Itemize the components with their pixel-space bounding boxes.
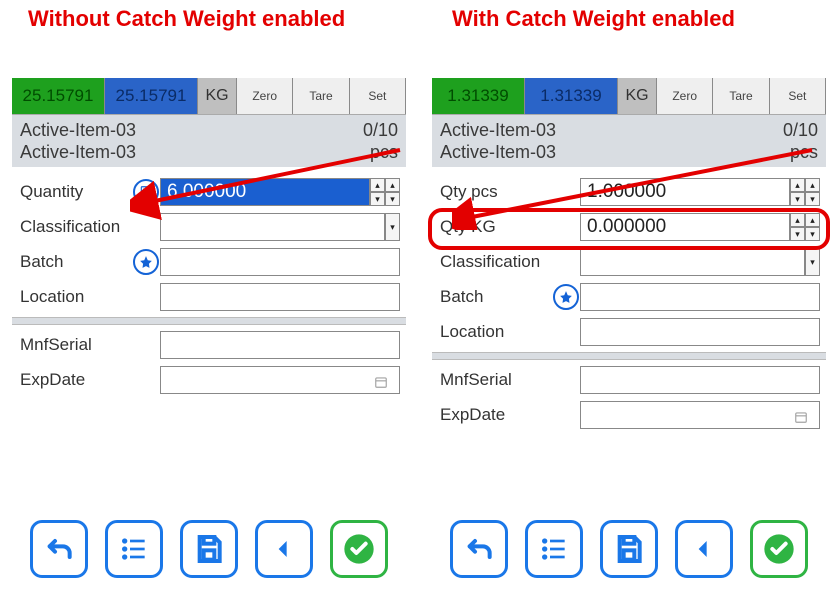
classification-input[interactable] bbox=[580, 248, 805, 276]
qty-pcs-stepper-2[interactable]: ▴▾ bbox=[805, 178, 820, 206]
expdate-input[interactable] bbox=[160, 366, 400, 394]
weight-unit: KG bbox=[198, 78, 237, 114]
calendar-icon[interactable] bbox=[373, 373, 389, 387]
qty-kg-input[interactable]: 0.000000 bbox=[580, 213, 790, 241]
weight-gross: 25.15791 bbox=[12, 78, 105, 114]
step-down-icon[interactable]: ▾ bbox=[371, 192, 385, 206]
calculator-icon[interactable] bbox=[133, 179, 159, 205]
item-header: Active-Item-03 0/10 Active-Item-03 pcs bbox=[12, 115, 406, 167]
batch-input[interactable] bbox=[160, 248, 400, 276]
step-up-icon[interactable]: ▴ bbox=[386, 178, 400, 192]
caption-left: Without Catch Weight enabled bbox=[28, 6, 345, 32]
qty-pcs-input[interactable]: 1.000000 bbox=[580, 178, 790, 206]
set-button[interactable]: Set bbox=[350, 78, 406, 114]
zero-button[interactable]: Zero bbox=[237, 78, 293, 114]
weight-net: 1.31339 bbox=[525, 78, 618, 114]
label-mnfserial: MnfSerial bbox=[18, 335, 160, 355]
quantity-input[interactable]: 6.000000 bbox=[160, 178, 370, 206]
back-button[interactable] bbox=[450, 520, 508, 578]
set-button[interactable]: Set bbox=[770, 78, 826, 114]
label-expdate: ExpDate bbox=[18, 370, 160, 390]
zero-button[interactable]: Zero bbox=[657, 78, 713, 114]
weight-gross: 1.31339 bbox=[432, 78, 525, 114]
weight-unit: KG bbox=[618, 78, 657, 114]
label-location: Location bbox=[438, 322, 580, 342]
classification-input[interactable] bbox=[160, 213, 385, 241]
label-quantity: Quantity bbox=[18, 182, 132, 202]
auto-icon[interactable] bbox=[553, 284, 579, 310]
save-button[interactable] bbox=[180, 520, 238, 578]
list-button[interactable] bbox=[105, 520, 163, 578]
step-down-icon[interactable]: ▾ bbox=[386, 192, 400, 206]
step-down-icon[interactable]: ▾ bbox=[791, 192, 805, 206]
label-expdate: ExpDate bbox=[438, 405, 580, 425]
label-location: Location bbox=[18, 287, 132, 307]
panel-without-catchweight: 25.15791 25.15791 KG Zero Tare Set Activ… bbox=[12, 78, 406, 584]
step-down-icon[interactable]: ▾ bbox=[386, 213, 400, 241]
step-up-icon[interactable]: ▴ bbox=[371, 178, 385, 192]
weight-bar: 1.31339 1.31339 KG Zero Tare Set bbox=[432, 78, 826, 115]
location-input[interactable] bbox=[580, 318, 820, 346]
step-down-icon[interactable]: ▾ bbox=[806, 248, 820, 276]
section-divider bbox=[432, 352, 826, 360]
panel-with-catchweight: 1.31339 1.31339 KG Zero Tare Set Active-… bbox=[432, 78, 826, 584]
item-count: 0/10 bbox=[783, 119, 818, 141]
calendar-icon[interactable] bbox=[793, 408, 809, 422]
step-up-icon[interactable]: ▴ bbox=[791, 213, 805, 227]
prev-button[interactable] bbox=[675, 520, 733, 578]
step-down-icon[interactable]: ▾ bbox=[806, 227, 820, 241]
item-code: Active-Item-03 bbox=[20, 119, 136, 141]
label-qty-kg: Qty KG bbox=[438, 217, 580, 237]
item-uom: pcs bbox=[790, 141, 818, 163]
weight-bar: 25.15791 25.15791 KG Zero Tare Set bbox=[12, 78, 406, 115]
step-up-icon[interactable]: ▴ bbox=[806, 178, 820, 192]
bottom-toolbar bbox=[432, 520, 826, 578]
tare-button[interactable]: Tare bbox=[293, 78, 349, 114]
tare-button[interactable]: Tare bbox=[713, 78, 769, 114]
mnfserial-input[interactable] bbox=[160, 331, 400, 359]
item-count: 0/10 bbox=[363, 119, 398, 141]
item-desc: Active-Item-03 bbox=[440, 141, 556, 163]
section-divider bbox=[12, 317, 406, 325]
step-up-icon[interactable]: ▴ bbox=[791, 178, 805, 192]
classification-dropdown[interactable]: ▾ bbox=[805, 248, 820, 276]
label-classification: Classification bbox=[438, 252, 580, 272]
label-classification: Classification bbox=[18, 217, 132, 237]
label-batch: Batch bbox=[438, 287, 552, 307]
qty-kg-stepper[interactable]: ▴▾ bbox=[790, 213, 805, 241]
item-code: Active-Item-03 bbox=[440, 119, 556, 141]
quantity-stepper-2[interactable]: ▴▾ bbox=[385, 178, 400, 206]
label-mnfserial: MnfSerial bbox=[438, 370, 580, 390]
quantity-stepper[interactable]: ▴▾ bbox=[370, 178, 385, 206]
mnfserial-input[interactable] bbox=[580, 366, 820, 394]
confirm-button[interactable] bbox=[330, 520, 388, 578]
item-desc: Active-Item-03 bbox=[20, 141, 136, 163]
batch-input[interactable] bbox=[580, 283, 820, 311]
expdate-input[interactable] bbox=[580, 401, 820, 429]
location-input[interactable] bbox=[160, 283, 400, 311]
caption-right: With Catch Weight enabled bbox=[452, 6, 735, 32]
list-button[interactable] bbox=[525, 520, 583, 578]
classification-dropdown[interactable]: ▾ bbox=[385, 213, 400, 241]
item-header: Active-Item-03 0/10 Active-Item-03 pcs bbox=[432, 115, 826, 167]
step-up-icon[interactable]: ▴ bbox=[806, 213, 820, 227]
qty-kg-stepper-2[interactable]: ▴▾ bbox=[805, 213, 820, 241]
prev-button[interactable] bbox=[255, 520, 313, 578]
confirm-button[interactable] bbox=[750, 520, 808, 578]
qty-pcs-stepper[interactable]: ▴▾ bbox=[790, 178, 805, 206]
label-batch: Batch bbox=[18, 252, 132, 272]
bottom-toolbar bbox=[12, 520, 406, 578]
item-uom: pcs bbox=[370, 141, 398, 163]
auto-icon[interactable] bbox=[133, 249, 159, 275]
step-down-icon[interactable]: ▾ bbox=[791, 227, 805, 241]
save-button[interactable] bbox=[600, 520, 658, 578]
label-qty-pcs: Qty pcs bbox=[438, 182, 580, 202]
step-down-icon[interactable]: ▾ bbox=[806, 192, 820, 206]
back-button[interactable] bbox=[30, 520, 88, 578]
weight-net: 25.15791 bbox=[105, 78, 198, 114]
